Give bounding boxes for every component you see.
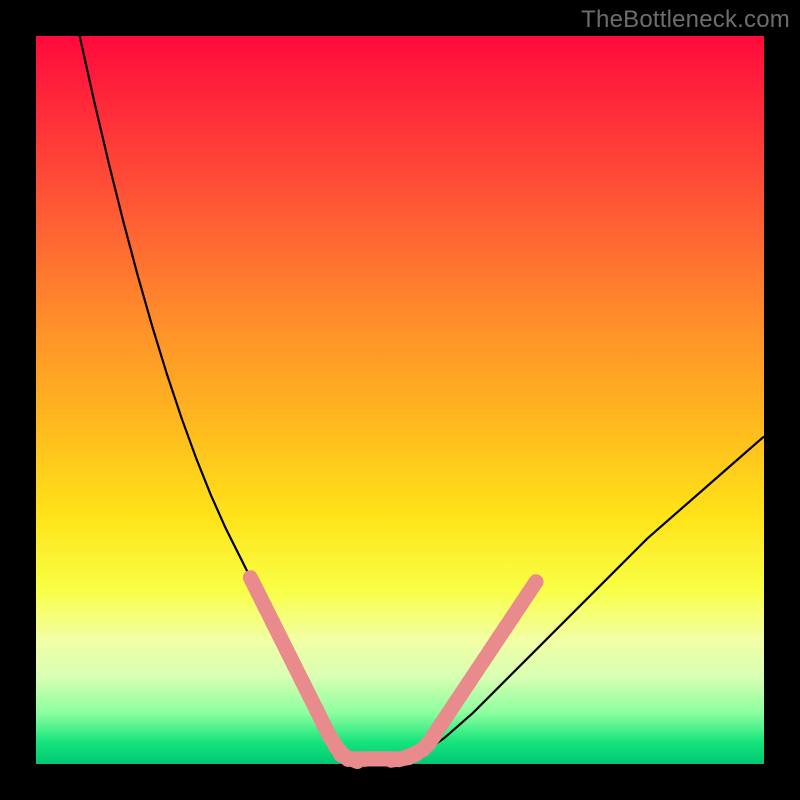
- chart-frame: TheBottleneck.com: [0, 0, 800, 800]
- marker-group: [250, 578, 536, 762]
- marker-capsule: [526, 582, 536, 597]
- curve-svg: [36, 36, 764, 764]
- watermark-text: TheBottleneck.com: [581, 6, 790, 34]
- plot-area: [36, 36, 764, 764]
- bottleneck-curve: [80, 36, 764, 759]
